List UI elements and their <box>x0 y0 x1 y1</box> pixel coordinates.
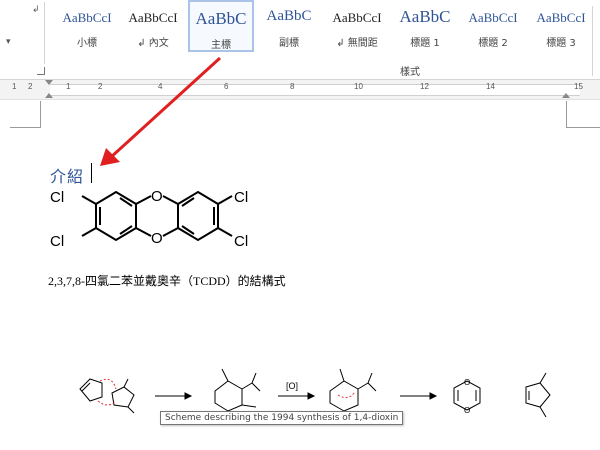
atom-label: O <box>464 406 470 415</box>
ruler-number: 1 <box>12 82 17 91</box>
atom-label: O <box>464 378 470 387</box>
reagent-label: [O] <box>286 381 298 391</box>
style-label: ↲ 無間距 <box>336 38 378 49</box>
atom-label: O <box>151 188 163 205</box>
ruler-number: 2 <box>28 82 33 91</box>
style-sample: AaBbC <box>266 8 312 24</box>
style-label: 標題 1 <box>410 38 440 49</box>
crop-mark <box>566 127 600 128</box>
style-label: 副標 <box>279 38 299 49</box>
style-label: 標題 3 <box>546 38 576 49</box>
style-sample: AaBbCcI <box>468 10 518 25</box>
dialog-launcher-icon[interactable] <box>37 67 45 75</box>
ribbon: ↲ ▾ AaBbCcI 小標 AaBbCcI ↲ 內文 AaBbC 主標 AaB… <box>0 0 600 80</box>
atom-label: Cl <box>50 189 64 206</box>
atom-label: O <box>151 230 163 247</box>
ruler-number: 1 <box>66 82 71 91</box>
horizontal-ruler[interactable]: 1 2 1 2 4 6 8 10 12 14 15 <box>0 80 600 100</box>
group-divider <box>592 6 593 76</box>
style-label: 標題 2 <box>478 38 508 49</box>
style-sample: AaBbCcI <box>128 10 178 25</box>
ruler-track <box>50 84 580 96</box>
ruler-number: 12 <box>420 82 429 91</box>
first-line-indent-marker[interactable] <box>45 80 53 85</box>
ruler-number: 15 <box>574 82 583 91</box>
ruler-number: 10 <box>354 82 363 91</box>
style-label: 小標 <box>77 38 97 49</box>
style-label: ↲ 內文 <box>137 38 169 49</box>
style-sample: AaBbCcI <box>332 10 382 25</box>
style-no-spacing[interactable]: AaBbCcI ↲ 無間距 <box>324 0 390 52</box>
style-sample: AaBbCcI <box>62 10 112 25</box>
atom-label: Cl <box>234 233 248 250</box>
dropdown-icon[interactable]: ▾ <box>6 36 11 47</box>
style-sample: AaBbCcI <box>536 10 586 25</box>
ruler-number: 8 <box>290 82 295 91</box>
ruler-number: 2 <box>98 82 103 91</box>
style-sample: AaBbC <box>195 9 247 28</box>
hanging-indent-marker[interactable] <box>45 93 53 98</box>
style-heading-1[interactable]: AaBbC 標題 1 <box>392 0 458 52</box>
atom-label: Cl <box>50 233 64 250</box>
style-title[interactable]: AaBbC 主標 <box>188 0 254 52</box>
tcdd-structure-image[interactable]: Cl Cl Cl Cl O O <box>48 179 263 269</box>
show-hide-marks-button[interactable]: ↲ <box>32 4 40 15</box>
style-small-title[interactable]: AaBbCcI 小標 <box>54 0 120 52</box>
paragraph-group-fragment: ↲ ▾ <box>0 0 46 80</box>
style-heading-3[interactable]: AaBbCcI 標題 3 <box>528 0 594 52</box>
styles-group-label: 樣式 <box>400 67 420 78</box>
document-page[interactable]: 介紹 Cl Cl Cl Cl O O 2,3,7,8-四氯二苯並戴奧辛（TCDD… <box>0 101 600 450</box>
ruler-number: 6 <box>224 82 229 91</box>
right-indent-marker[interactable] <box>562 93 570 98</box>
crop-mark <box>566 101 567 127</box>
style-subtitle[interactable]: AaBbC 副標 <box>256 0 322 52</box>
ruler-number: 4 <box>158 82 163 91</box>
ruler-number: 14 <box>486 82 495 91</box>
group-divider <box>44 2 45 64</box>
styles-gallery: AaBbCcI 小標 AaBbCcI ↲ 內文 AaBbC 主標 AaBbC 副… <box>54 0 600 60</box>
style-normal[interactable]: AaBbCcI ↲ 內文 <box>120 0 186 52</box>
crop-mark <box>10 127 41 128</box>
image-alt-text-tooltip: Scheme describing the 1994 synthesis of … <box>160 411 404 425</box>
style-label: 主標 <box>211 40 231 51</box>
atom-label: Cl <box>234 189 248 206</box>
crop-mark <box>40 101 41 127</box>
style-sample: AaBbC <box>399 7 451 26</box>
style-heading-2[interactable]: AaBbCcI 標題 2 <box>460 0 526 52</box>
figure-caption: 2,3,7,8-四氯二苯並戴奧辛（TCDD）的結構式 <box>48 274 286 288</box>
